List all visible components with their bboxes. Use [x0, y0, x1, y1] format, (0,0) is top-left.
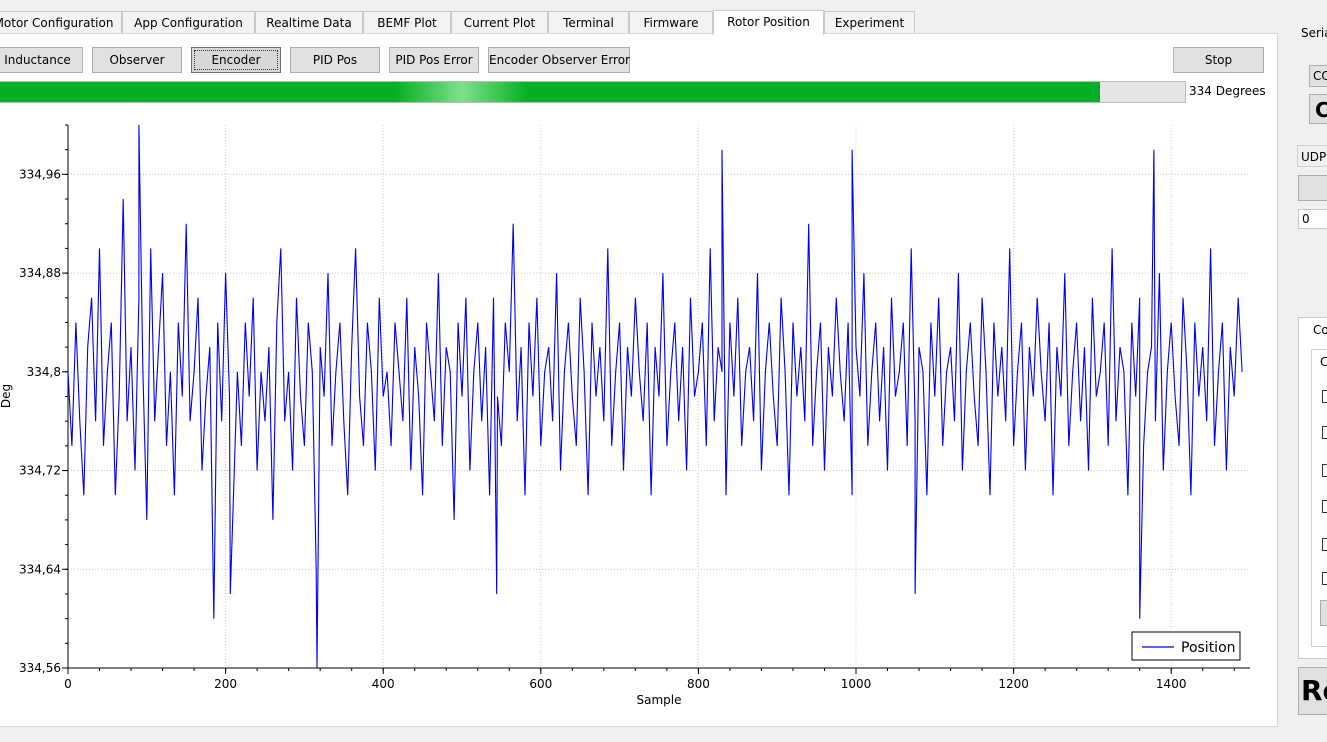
config-checkbox-3[interactable] [1322, 464, 1327, 477]
config-checkbox-6-checked[interactable] [1322, 572, 1327, 585]
tab-bemf-plot[interactable]: BEMF Plot [363, 11, 451, 34]
bottom-action-label: Re [1301, 674, 1327, 707]
tab-realtime-data[interactable]: Realtime Data [255, 11, 363, 34]
x-tick-label: 1200 [998, 677, 1029, 691]
legend-label-position: Position [1181, 640, 1236, 656]
pid-pos-error-button[interactable]: PID Pos Error [389, 47, 479, 73]
encoder-observer-error-button[interactable]: Encoder Observer Error [488, 47, 630, 73]
com-port-label: CO [1313, 69, 1327, 83]
bottom-action-button[interactable]: Re [1298, 667, 1327, 715]
position-degrees-label: 334 Degrees [1189, 84, 1266, 98]
tab-firmware[interactable]: Firmware [629, 11, 713, 34]
serial-label: Seria [1301, 26, 1327, 40]
config-checkbox-5[interactable] [1322, 538, 1327, 551]
config-checkbox-4[interactable] [1322, 500, 1327, 513]
inductance-button[interactable]: Inductance [0, 47, 83, 73]
udp-value-field[interactable]: 0 [1298, 209, 1327, 229]
com-port-select[interactable]: CO [1309, 65, 1327, 87]
tab-app-configuration[interactable]: App Configuration [122, 11, 255, 34]
tab-motor-configuration[interactable]: Motor Configuration [0, 11, 122, 34]
x-tick-label: 200 [214, 677, 237, 691]
stop-button[interactable]: Stop [1173, 47, 1264, 73]
y-tick-label: 334,56 [19, 661, 61, 675]
x-tick-label: 600 [529, 677, 552, 691]
config-apply-button[interactable] [1320, 600, 1327, 626]
observer-button[interactable]: Observer [92, 47, 182, 73]
x-tick-label: 800 [687, 677, 710, 691]
y-tick-label: 334,96 [19, 167, 61, 181]
udp-action-button[interactable] [1298, 175, 1327, 201]
x-axis-ticks: 0 200 400 600 800 1000 1200 1400 [64, 668, 1235, 691]
y-axis-label: Deg [0, 384, 13, 408]
encoder-button[interactable]: Encoder [191, 47, 281, 73]
y-tick-label: 334,72 [19, 464, 61, 478]
x-tick-label: 0 [64, 677, 72, 691]
x-tick-label: 1000 [841, 677, 872, 691]
config-group-title: Co [1313, 323, 1327, 337]
x-tick-label: 400 [372, 677, 395, 691]
rotor-position-chart: 334,56 334,64 334,72 334,8 334,88 334,96 0 200… [0, 124, 1250, 707]
serial-group-header: Seria [1297, 22, 1327, 44]
series-line-position [67, 124, 1243, 669]
position-progress-bar [0, 81, 1186, 103]
y-tick-label: 334,88 [19, 266, 61, 280]
udp-value-text: 0 [1302, 212, 1310, 226]
config-checkbox-2[interactable] [1322, 426, 1327, 439]
series-position [67, 124, 1243, 669]
y-axis-ticks: 334,56 334,64 334,72 334,8 334,88 334,96 [19, 124, 68, 675]
config-subgroup-title: C [1320, 355, 1327, 369]
chart-legend: Position [1131, 631, 1241, 661]
udp-label: UDP [1301, 150, 1327, 164]
tab-experiment[interactable]: Experiment [824, 11, 915, 34]
config-checkbox-1[interactable] [1322, 390, 1327, 403]
udp-group-header: UDP [1297, 145, 1327, 167]
pid-pos-button[interactable]: PID Pos [290, 47, 380, 73]
tab-current-plot[interactable]: Current Plot [451, 11, 548, 34]
y-tick-label: 334,8 [27, 365, 61, 379]
x-axis-label: Sample [637, 693, 682, 707]
position-progress-fill [0, 82, 1100, 102]
x-tick-label: 1400 [1156, 677, 1187, 691]
tab-terminal[interactable]: Terminal [548, 11, 629, 34]
y-tick-label: 334,64 [19, 562, 61, 576]
connect-button[interactable]: C [1309, 94, 1327, 124]
connect-button-label: C [1315, 98, 1327, 122]
tab-rotor-position[interactable]: Rotor Position [713, 10, 824, 35]
